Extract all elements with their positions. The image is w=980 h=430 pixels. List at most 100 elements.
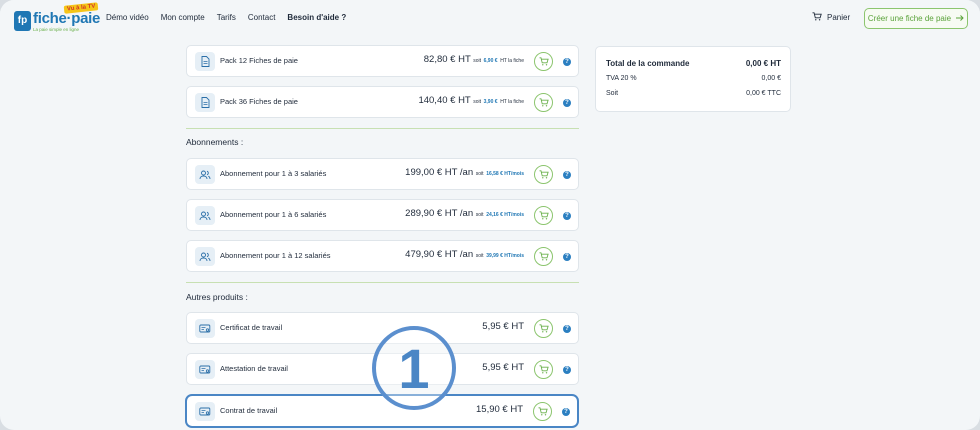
step-number: 1 [398, 337, 430, 400]
soit-label: Soit [606, 90, 619, 97]
cart-label: Panier [827, 13, 851, 22]
product-price: 479,90 € HT /an soit 39,99 € HT/mois [405, 249, 524, 260]
info-icon[interactable]: ? [563, 325, 571, 333]
certificate-icon [195, 360, 215, 379]
product-price: 199,00 € HT /an soit 16,58 € HT/mois [405, 167, 524, 178]
main-nav: Démo vidéo Mon compte Tarifs Contact Bes… [106, 13, 346, 22]
price-unit-value: 24,16 € HT/mois [486, 212, 524, 218]
cart-plus-icon [538, 403, 548, 421]
product-price: 15,90 € HT [476, 404, 523, 415]
product-card-pack-12: Pack 12 Fiches de paie 82,80 € HT soit 6… [186, 45, 579, 77]
soit-value: 0,00 € TTC [746, 90, 781, 97]
info-icon[interactable]: ? [563, 366, 571, 374]
create-payslip-button[interactable]: Créer une fiche de paie [864, 8, 968, 29]
price-soit: soit [473, 99, 481, 105]
info-icon[interactable]: ? [562, 408, 570, 416]
step-callout: 1 [372, 326, 456, 410]
product-name: Attestation de travail [220, 364, 288, 373]
certificate-icon [195, 402, 215, 421]
product-name: Pack 12 Fiches de paie [220, 56, 298, 65]
product-price: 289,90 € HT /an soit 24,16 € HT/mois [405, 208, 524, 219]
cart-plus-icon [539, 94, 549, 112]
certificate-icon [195, 319, 215, 338]
product-card-pack-36: Pack 36 Fiches de paie 140,40 € HT soit … [186, 86, 579, 118]
price-main: 140,40 € HT [418, 95, 471, 106]
product-price: 82,80 € HT soit 6,90 € HT la fiche [424, 54, 524, 65]
price-main: 479,90 € HT /an [405, 249, 474, 260]
price-unit-suffix: HT la fiche [500, 58, 524, 64]
add-to-cart-button[interactable] [534, 52, 553, 71]
nav-mon-compte[interactable]: Mon compte [161, 13, 205, 22]
top-header: fp fiche·paie Vu à la TV La paie simple … [0, 0, 980, 38]
others-title: Autres produits : [186, 292, 248, 302]
price-soit: soit [473, 58, 481, 64]
total-value: 0,00 € HT [745, 59, 781, 68]
cart-plus-icon [539, 320, 549, 338]
app-frame: fp fiche·paie Vu à la TV La paie simple … [0, 0, 980, 430]
cart-icon [812, 12, 822, 23]
product-name: Contrat de travail [220, 406, 278, 415]
add-to-cart-button[interactable] [534, 319, 553, 338]
price-unit-value: 6,90 € [483, 58, 498, 64]
cart-plus-icon [539, 361, 549, 379]
cart-plus-icon [539, 166, 549, 184]
add-to-cart-button[interactable] [534, 93, 553, 112]
users-icon [195, 247, 215, 266]
add-to-cart-button[interactable] [534, 247, 553, 266]
product-card-sub-12: Abonnement pour 1 à 12 salariés 479,90 €… [186, 240, 579, 272]
document-icon [195, 93, 215, 112]
order-summary: Total de la commande 0,00 € HT TVA 20 % … [595, 46, 791, 112]
add-to-cart-button[interactable] [533, 402, 552, 421]
summary-ttc-row: Soit 0,00 € TTC [606, 90, 781, 97]
nav-tarifs[interactable]: Tarifs [217, 13, 236, 22]
price-main: 289,90 € HT /an [405, 208, 474, 219]
nav-besoin-aide[interactable]: Besoin d'aide ? [287, 13, 346, 22]
subscriptions-title: Abonnements : [186, 137, 244, 147]
cart-plus-icon [539, 248, 549, 266]
info-icon[interactable]: ? [563, 253, 571, 261]
product-price: 5,95 € HT [482, 321, 524, 332]
product-price: 140,40 € HT soit 3,90 € HT la fiche [418, 95, 524, 106]
price-unit-value: 39,99 € HT/mois [486, 253, 524, 259]
cart-plus-icon [539, 53, 549, 71]
add-to-cart-button[interactable] [534, 206, 553, 225]
cart-plus-icon [539, 207, 549, 225]
site-logo[interactable]: fp fiche·paie Vu à la TV La paie simple … [14, 2, 100, 34]
cart-link[interactable]: Panier [812, 12, 850, 23]
add-to-cart-button[interactable] [534, 360, 553, 379]
info-icon[interactable]: ? [563, 212, 571, 220]
add-to-cart-button[interactable] [534, 165, 553, 184]
product-name: Pack 36 Fiches de paie [220, 97, 298, 106]
product-name: Abonnement pour 1 à 3 salariés [220, 169, 327, 178]
cta-label: Créer une fiche de paie [867, 14, 952, 23]
total-label: Total de la commande [606, 59, 690, 68]
price-main: 82,80 € HT [423, 54, 471, 65]
users-icon [195, 206, 215, 225]
summary-total-row: Total de la commande 0,00 € HT [606, 59, 781, 68]
price-unit-suffix: HT la fiche [500, 99, 524, 105]
info-icon[interactable]: ? [563, 171, 571, 179]
section-divider [186, 282, 579, 283]
info-icon[interactable]: ? [563, 99, 571, 107]
product-card-sub-6: Abonnement pour 1 à 6 salariés 289,90 € … [186, 199, 579, 231]
info-icon[interactable]: ? [563, 58, 571, 66]
product-name: Abonnement pour 1 à 12 salariés [220, 251, 331, 260]
logo-tagline: La paie simple en ligne [33, 27, 80, 32]
users-icon [195, 165, 215, 184]
logo-mark: fp [14, 11, 31, 31]
nav-demo-video[interactable]: Démo vidéo [106, 13, 149, 22]
product-price: 5,95 € HT [482, 362, 524, 373]
section-divider [186, 128, 579, 129]
price-main: 199,00 € HT /an [405, 167, 474, 178]
product-card-sub-3: Abonnement pour 1 à 3 salariés 199,00 € … [186, 158, 579, 190]
nav-contact[interactable]: Contact [248, 13, 276, 22]
tva-label: TVA 20 % [606, 75, 637, 82]
product-name: Abonnement pour 1 à 6 salariés [220, 210, 327, 219]
tva-value: 0,00 € [761, 75, 781, 82]
document-icon [195, 52, 215, 71]
summary-tva-row: TVA 20 % 0,00 € [606, 75, 781, 82]
price-unit-value: 3,90 € [483, 99, 498, 105]
price-soit: soit [475, 171, 484, 177]
product-name: Certificat de travail [220, 323, 283, 332]
price-soit: soit [475, 253, 484, 259]
